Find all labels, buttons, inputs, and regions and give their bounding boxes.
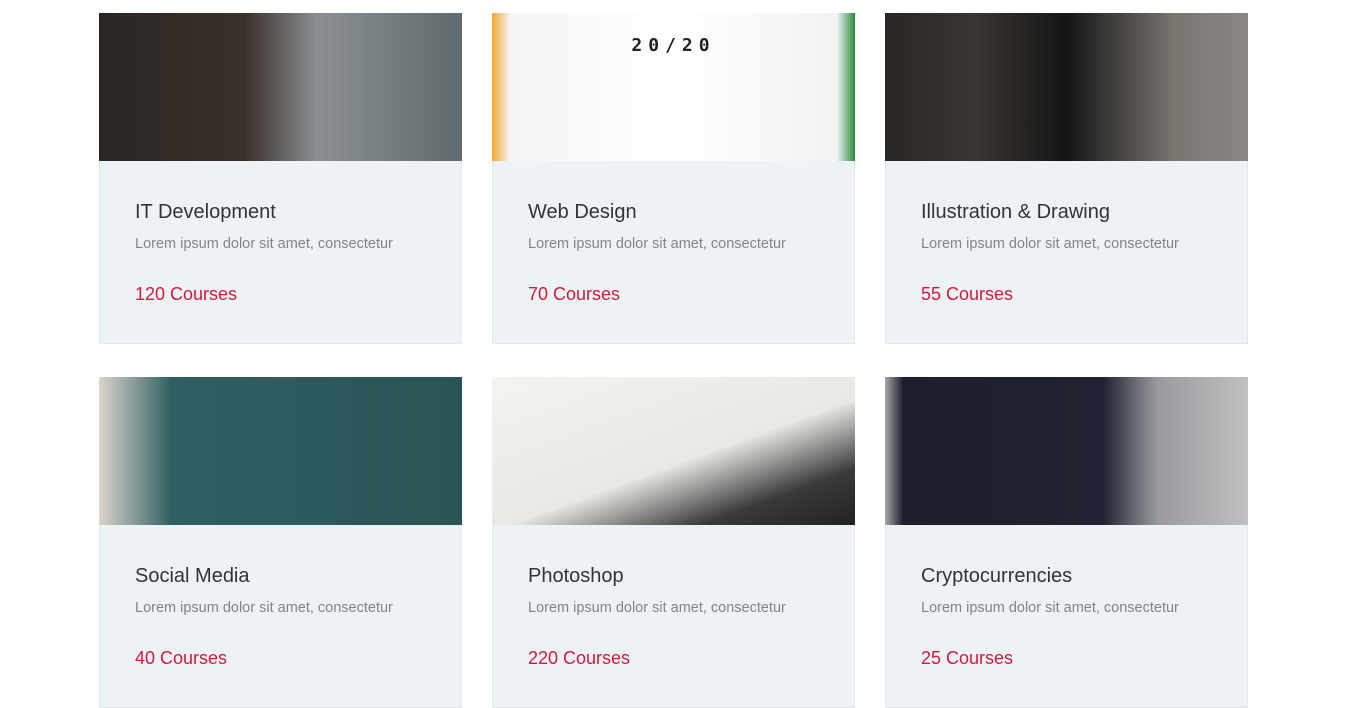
category-card[interactable]: 20/20 Web Design Lorem ipsum dolor sit a…: [492, 13, 855, 344]
category-card[interactable]: IT Development Lorem ipsum dolor sit ame…: [99, 13, 462, 344]
course-count-link[interactable]: 25 Courses: [921, 648, 1013, 668]
category-title[interactable]: Photoshop: [528, 565, 819, 588]
course-count-link[interactable]: 55 Courses: [921, 284, 1013, 304]
category-image[interactable]: 20/20: [492, 13, 855, 161]
category-description: Lorem ipsum dolor sit amet, consectetur: [528, 600, 786, 616]
category-description: Lorem ipsum dolor sit amet, consectetur: [135, 600, 393, 616]
category-title[interactable]: Social Media: [135, 565, 426, 588]
category-description: Lorem ipsum dolor sit amet, consectetur: [921, 236, 1179, 252]
category-grid: IT Development Lorem ipsum dolor sit ame…: [99, 13, 1250, 708]
course-count-link[interactable]: 120 Courses: [135, 284, 237, 304]
category-image[interactable]: [99, 13, 462, 161]
category-image[interactable]: [885, 13, 1248, 161]
category-image[interactable]: [492, 377, 855, 525]
shirt-print: 20/20: [631, 35, 716, 56]
category-card[interactable]: Photoshop Lorem ipsum dolor sit amet, co…: [492, 377, 855, 708]
category-image[interactable]: [99, 377, 462, 525]
course-count-link[interactable]: 220 Courses: [528, 648, 630, 668]
category-description: Lorem ipsum dolor sit amet, consectetur: [135, 236, 393, 252]
category-card[interactable]: Cryptocurrencies Lorem ipsum dolor sit a…: [885, 377, 1248, 708]
category-description: Lorem ipsum dolor sit amet, consectetur: [528, 236, 786, 252]
category-card[interactable]: Social Media Lorem ipsum dolor sit amet,…: [99, 377, 462, 708]
category-title[interactable]: Web Design: [528, 201, 819, 224]
course-count-link[interactable]: 40 Courses: [135, 648, 227, 668]
category-description: Lorem ipsum dolor sit amet, consectetur: [921, 600, 1179, 616]
category-title[interactable]: IT Development: [135, 201, 426, 224]
category-image[interactable]: [885, 377, 1248, 525]
category-title[interactable]: Illustration & Drawing: [921, 201, 1212, 224]
course-count-link[interactable]: 70 Courses: [528, 284, 620, 304]
category-title[interactable]: Cryptocurrencies: [921, 565, 1212, 588]
category-card[interactable]: Illustration & Drawing Lorem ipsum dolor…: [885, 13, 1248, 344]
